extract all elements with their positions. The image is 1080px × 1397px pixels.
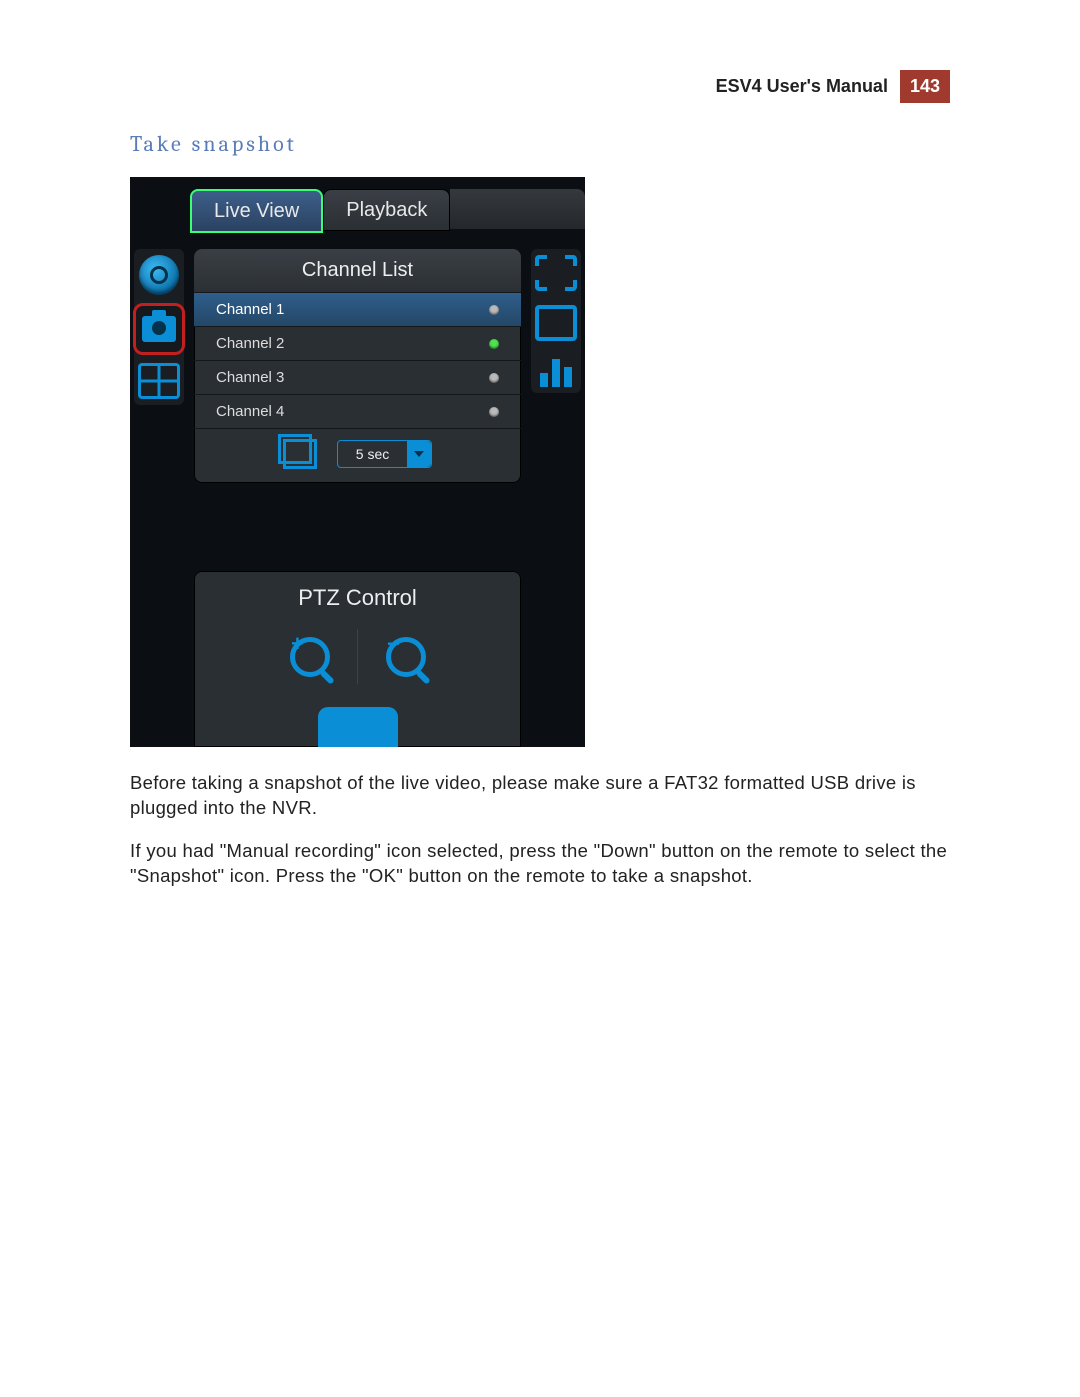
- page-header: ESV4 User's Manual 143: [130, 70, 950, 103]
- manual-page: ESV4 User's Manual 143 Take snapshot Liv…: [0, 0, 1080, 968]
- record-icon[interactable]: [139, 255, 179, 295]
- ptz-zoom-controls: + −: [194, 629, 521, 684]
- view-tabs: Live View Playback: [190, 189, 585, 233]
- dwell-controls: 5 sec: [194, 428, 521, 483]
- channel-list-title: Channel List: [194, 249, 521, 292]
- channel-label: Channel 2: [216, 335, 284, 352]
- zoom-out-button[interactable]: −: [378, 629, 433, 684]
- channel-list-panel: Channel List Channel 1 Channel 2 Channel…: [194, 249, 521, 483]
- multiview-icon[interactable]: [138, 363, 180, 399]
- tab-live-view[interactable]: Live View: [190, 189, 323, 233]
- channel-row[interactable]: Channel 2: [194, 326, 521, 360]
- plus-sign: +: [291, 633, 304, 655]
- channel-label: Channel 1: [216, 301, 284, 318]
- tab-spacer: [450, 189, 585, 229]
- instruction-paragraph: Before taking a snapshot of the live vid…: [130, 771, 950, 821]
- channel-row[interactable]: Channel 4: [194, 394, 521, 428]
- status-dot-icon: [489, 373, 499, 383]
- status-dot-icon: [489, 305, 499, 315]
- minus-sign: −: [387, 633, 400, 655]
- snapshot-icon-highlight[interactable]: [133, 303, 185, 355]
- channel-row[interactable]: Channel 1: [194, 292, 521, 326]
- stats-icon[interactable]: [540, 355, 572, 387]
- right-toolbar: [531, 249, 581, 393]
- channel-label: Channel 4: [216, 403, 284, 420]
- camera-icon: [142, 316, 176, 342]
- channel-row[interactable]: Channel 3: [194, 360, 521, 394]
- tab-playback[interactable]: Playback: [323, 189, 450, 231]
- ptz-panel: PTZ Control + −: [194, 571, 521, 747]
- page-number: 143: [900, 70, 950, 103]
- single-view-icon[interactable]: [535, 305, 577, 341]
- embedded-screenshot: Live View Playback Channel List Channel …: [130, 177, 585, 747]
- fullscreen-icon[interactable]: [535, 255, 577, 291]
- dwell-value: 5 sec: [338, 446, 407, 462]
- ptz-dpad-partial[interactable]: [318, 707, 398, 747]
- left-toolbar: [134, 249, 184, 405]
- channel-label: Channel 3: [216, 369, 284, 386]
- status-dot-icon: [489, 407, 499, 417]
- ptz-title: PTZ Control: [194, 571, 521, 629]
- zoom-in-button[interactable]: +: [282, 629, 337, 684]
- status-dot-icon: [489, 339, 499, 349]
- chevron-down-icon[interactable]: [407, 441, 431, 467]
- dwell-icon[interactable]: [283, 439, 317, 469]
- vertical-separator: [357, 629, 358, 684]
- manual-title: ESV4 User's Manual: [716, 76, 888, 97]
- instruction-paragraph: If you had "Manual recording" icon selec…: [130, 839, 950, 889]
- dwell-time-select[interactable]: 5 sec: [337, 440, 432, 468]
- section-heading: Take snapshot: [130, 131, 950, 157]
